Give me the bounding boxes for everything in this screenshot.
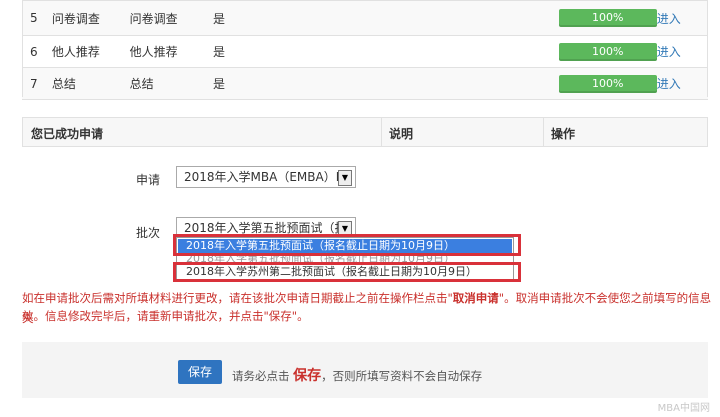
step-number: 6 [22, 35, 52, 68]
progress-bar: 100% [558, 9, 657, 27]
highlight-box [173, 234, 521, 256]
progress-bar: 100% [558, 42, 657, 61]
apply-select[interactable]: 2018年入学MBA（EMBA）I [176, 166, 356, 188]
step-name: 总结 [51, 67, 130, 100]
submitted-col-title: 您已成功申请 [31, 127, 104, 141]
step-number: 7 [22, 67, 52, 100]
highlight-box [173, 262, 521, 282]
step-action-cell: 进入 [656, 67, 708, 100]
step-name: 问卷调查 [51, 0, 130, 36]
table-border-right [707, 0, 708, 97]
step-number: 5 [22, 0, 52, 36]
progress-bar: 100% [558, 74, 657, 93]
save-hint: 请务必点击 保存，否则所填写资料不会自动保存 [232, 365, 482, 385]
chevron-down-icon[interactable]: ▼ [338, 170, 352, 186]
apply-label: 申请 [136, 173, 161, 187]
notice-line-2: 效。信息修改完毕后，请重新申请批次，并点击"保存"。 [22, 309, 309, 323]
step-required: 是 [213, 67, 354, 100]
save-hint-text: ，否则所填写资料不会自动保存 [321, 369, 483, 383]
step-name-2: 他人推荐 [129, 35, 214, 68]
table-row: 7 总结 总结是 100% 进入 [22, 67, 708, 100]
step-action-cell: 进入 [656, 0, 708, 36]
steps-table: 5 问卷调查 问卷调查是 100% 进入 6 他人推荐 他人推荐是 100% 进入 7 总结 总结是 10… [22, 0, 708, 100]
step-name-2: 总结 [129, 67, 214, 100]
save-button[interactable]: 保存 [178, 360, 222, 384]
step-name: 他人推荐 [51, 35, 130, 68]
watermark: MBA中国网 [657, 403, 710, 414]
batch-label: 批次 [136, 226, 161, 240]
divider [381, 118, 382, 146]
save-hint-text: 请务必点击 [232, 369, 290, 383]
save-hint-bold: 保存 [293, 368, 322, 384]
divider [543, 118, 544, 146]
enter-link[interactable]: 进入 [657, 77, 681, 91]
step-required: 是 [213, 35, 354, 68]
notice-bold: 取消申请 [452, 291, 499, 305]
step-progress-cell: 100% [353, 0, 657, 36]
step-progress-cell: 100% [353, 67, 657, 100]
apply-select-value: 2018年入学MBA（EMBA）I [184, 170, 340, 184]
enter-link[interactable]: 进入 [657, 12, 681, 26]
step-progress-cell: 100% [353, 35, 657, 68]
batch-select-value: 2018年入学第五批预面试（报 [184, 221, 347, 235]
submitted-col-note: 说明 [389, 127, 414, 141]
step-name-2: 问卷调查 [129, 0, 214, 36]
table-row: 6 他人推荐 他人推荐是 100% 进入 [22, 35, 708, 68]
notice-text: 如在申请批次后需对所填材料进行更改，请在该批次申请日期截止之前在操作栏点击" [22, 291, 453, 305]
step-required: 是 [213, 0, 354, 36]
enter-link[interactable]: 进入 [657, 45, 681, 59]
table-row: 5 问卷调查 问卷调查是 100% 进入 [22, 0, 708, 36]
submitted-col-action: 操作 [551, 127, 576, 141]
step-action-cell: 进入 [656, 35, 708, 68]
table-border-left [22, 0, 23, 97]
submitted-header: 您已成功申请 说明 操作 [22, 117, 708, 147]
